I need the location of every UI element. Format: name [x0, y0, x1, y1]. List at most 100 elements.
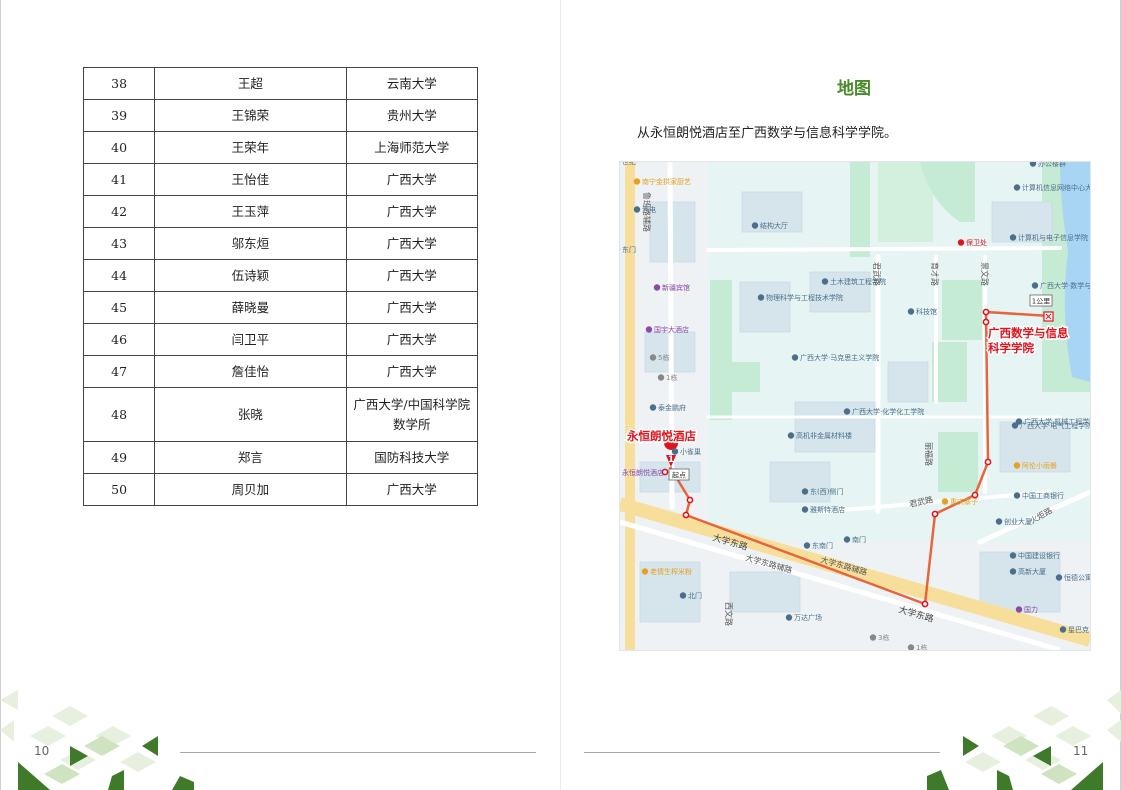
poi-marker-icon	[801, 488, 809, 495]
poi-label: 创业大厦	[1004, 517, 1032, 526]
row-number-cell: 42	[82, 195, 156, 228]
poi-marker-icon	[757, 294, 765, 301]
row-number-cell: 40	[82, 131, 156, 164]
poi-marker-icon	[657, 374, 665, 381]
table-row: 48 张晓 广西大学/中国科学院数学所	[82, 387, 479, 442]
row-number-cell: 47	[82, 355, 156, 388]
book-spine	[560, 0, 561, 790]
poi-label: 中国建设银行	[1018, 551, 1060, 560]
right-footer-rule	[584, 752, 940, 753]
row-affiliation-cell: 广西大学	[345, 195, 479, 228]
row-number-cell: 39	[82, 99, 156, 132]
right-triangle-decoration	[927, 690, 1121, 790]
poi-marker-icon	[641, 568, 649, 575]
poi-marker-icon	[1013, 184, 1021, 191]
row-number-cell: 43	[82, 227, 156, 260]
row-name-cell: 王玉萍	[154, 195, 347, 228]
poi-marker-icon	[645, 326, 653, 333]
row-name-cell: 王怡佳	[154, 163, 347, 196]
row-name-cell: 王超	[154, 67, 347, 100]
poi-label: 3栋	[878, 633, 889, 642]
row-name-cell: 邬东烜	[154, 227, 347, 260]
origin-small-label: 永恒朗悦酒店	[622, 468, 664, 477]
table-row: 44 伍诗颖 广西大学	[82, 259, 479, 292]
row-number-cell: 41	[82, 163, 156, 196]
route-map: 1 永恒朗悦酒店 永恒朗悦酒店 起点 1公里 广西数学与信息 科学学院 大学东路…	[619, 161, 1091, 651]
poi-marker-icon	[803, 542, 811, 549]
left-page-border	[0, 0, 1, 790]
poi-marker-icon	[1031, 282, 1039, 289]
poi-label: 广西大学·机械工程学院	[1024, 417, 1090, 426]
poi-label: 5栋	[658, 353, 669, 362]
dest-tag: 1公里	[1032, 298, 1050, 306]
poi-label: 高新大厦	[1018, 567, 1046, 576]
poi-label: 星巴克	[1068, 626, 1089, 634]
poi-label: 阿伦小雨餐	[1022, 461, 1057, 470]
poi-marker-icon	[633, 206, 641, 213]
row-name-cell: 薛晓曼	[154, 291, 347, 324]
poi-label: 小雀巢	[680, 447, 701, 456]
poi-marker-icon	[1015, 418, 1023, 425]
poi-marker-icon	[649, 404, 657, 411]
poi-label: 东南门	[812, 541, 833, 550]
poi-label: 1栋	[916, 643, 927, 650]
poi-label: 保卫处	[966, 238, 987, 247]
row-name-cell: 张晓	[154, 387, 347, 442]
row-number-cell: 49	[82, 441, 156, 474]
poi-label: 雅斯特酒店	[810, 505, 845, 514]
row-name-cell: 王锦荣	[154, 99, 347, 132]
poi-label: 老情生榨米粉	[650, 567, 692, 576]
table-row: 39 王锦荣 贵州大学	[82, 99, 479, 132]
poi-marker-icon	[787, 432, 795, 439]
origin-tag: 起点	[672, 472, 686, 480]
poi-label: 万达广场	[794, 613, 822, 622]
poi-marker-icon	[1009, 234, 1017, 241]
poi-label: 东门	[622, 245, 636, 254]
poi-marker-icon	[1013, 492, 1021, 499]
row-number-cell: 45	[82, 291, 156, 324]
dest-label-line2: 科学学院	[988, 341, 1034, 355]
row-affiliation-cell: 广西大学	[345, 259, 479, 292]
poi-label: 恒德公寓	[1064, 573, 1090, 582]
poi-label: 世纪	[622, 162, 636, 166]
poi-marker-icon	[1015, 606, 1023, 613]
poi-label: 高机非金属材料楼	[796, 431, 852, 440]
row-affiliation-cell: 上海师范大学	[345, 131, 479, 164]
poi-marker-icon	[649, 354, 657, 361]
map-section-title: 地图	[837, 79, 871, 99]
poi-label: 办公楼群	[1038, 162, 1066, 168]
origin-pin-number: 1	[668, 455, 674, 465]
poi-marker-icon	[633, 178, 641, 185]
table-row: 41 王怡佳 广西大学	[82, 163, 479, 196]
poi-label: 结构大厅	[760, 221, 788, 230]
row-name-cell: 周贝加	[154, 473, 347, 506]
row-name-cell: 郑言	[154, 441, 347, 474]
map-description: 从永恒朗悦酒店至广西数学与信息科学学院。	[637, 126, 898, 141]
poi-label: 国力	[1024, 605, 1038, 614]
dest-flag-icon	[1043, 311, 1054, 322]
table-row: 49 郑言 国防科技大学	[82, 441, 479, 474]
row-affiliation-cell: 广西大学	[345, 227, 479, 260]
poi-label: 广西大学·数学与信息学院	[1040, 281, 1090, 290]
row-affiliation-cell: 广西大学	[345, 355, 479, 388]
row-affiliation-cell: 广西大学	[345, 323, 479, 356]
row-affiliation-cell: 广西大学	[345, 291, 479, 324]
table-row: 50 周贝加 广西大学	[82, 473, 479, 506]
row-number-cell: 48	[82, 387, 156, 442]
row-number-cell: 44	[82, 259, 156, 292]
poi-label: 南宁金拱家厨艺	[642, 177, 691, 186]
poi-label: 计算机信息网络中心大楼	[1022, 183, 1090, 192]
poi-label: 南门	[852, 535, 866, 544]
poi-marker-icon	[751, 222, 759, 229]
table-row: 40 王荣年 上海师范大学	[82, 131, 479, 164]
poi-marker-icon	[957, 239, 965, 246]
dest-label-line1: 广西数学与信息	[988, 326, 1069, 340]
row-affiliation-cell: 国防科技大学	[345, 441, 479, 474]
poi-marker-icon	[869, 634, 877, 641]
road-label-xiwen: 西文路	[724, 602, 734, 626]
table-row: 43 邬东烜 广西大学	[82, 227, 479, 260]
poi-label: 中国工商银行	[1022, 491, 1064, 500]
poi-label: 新疆宾馆	[662, 283, 690, 292]
poi-label: 科技馆	[916, 307, 937, 316]
poi-label: 土木建筑工程学院	[830, 277, 886, 286]
